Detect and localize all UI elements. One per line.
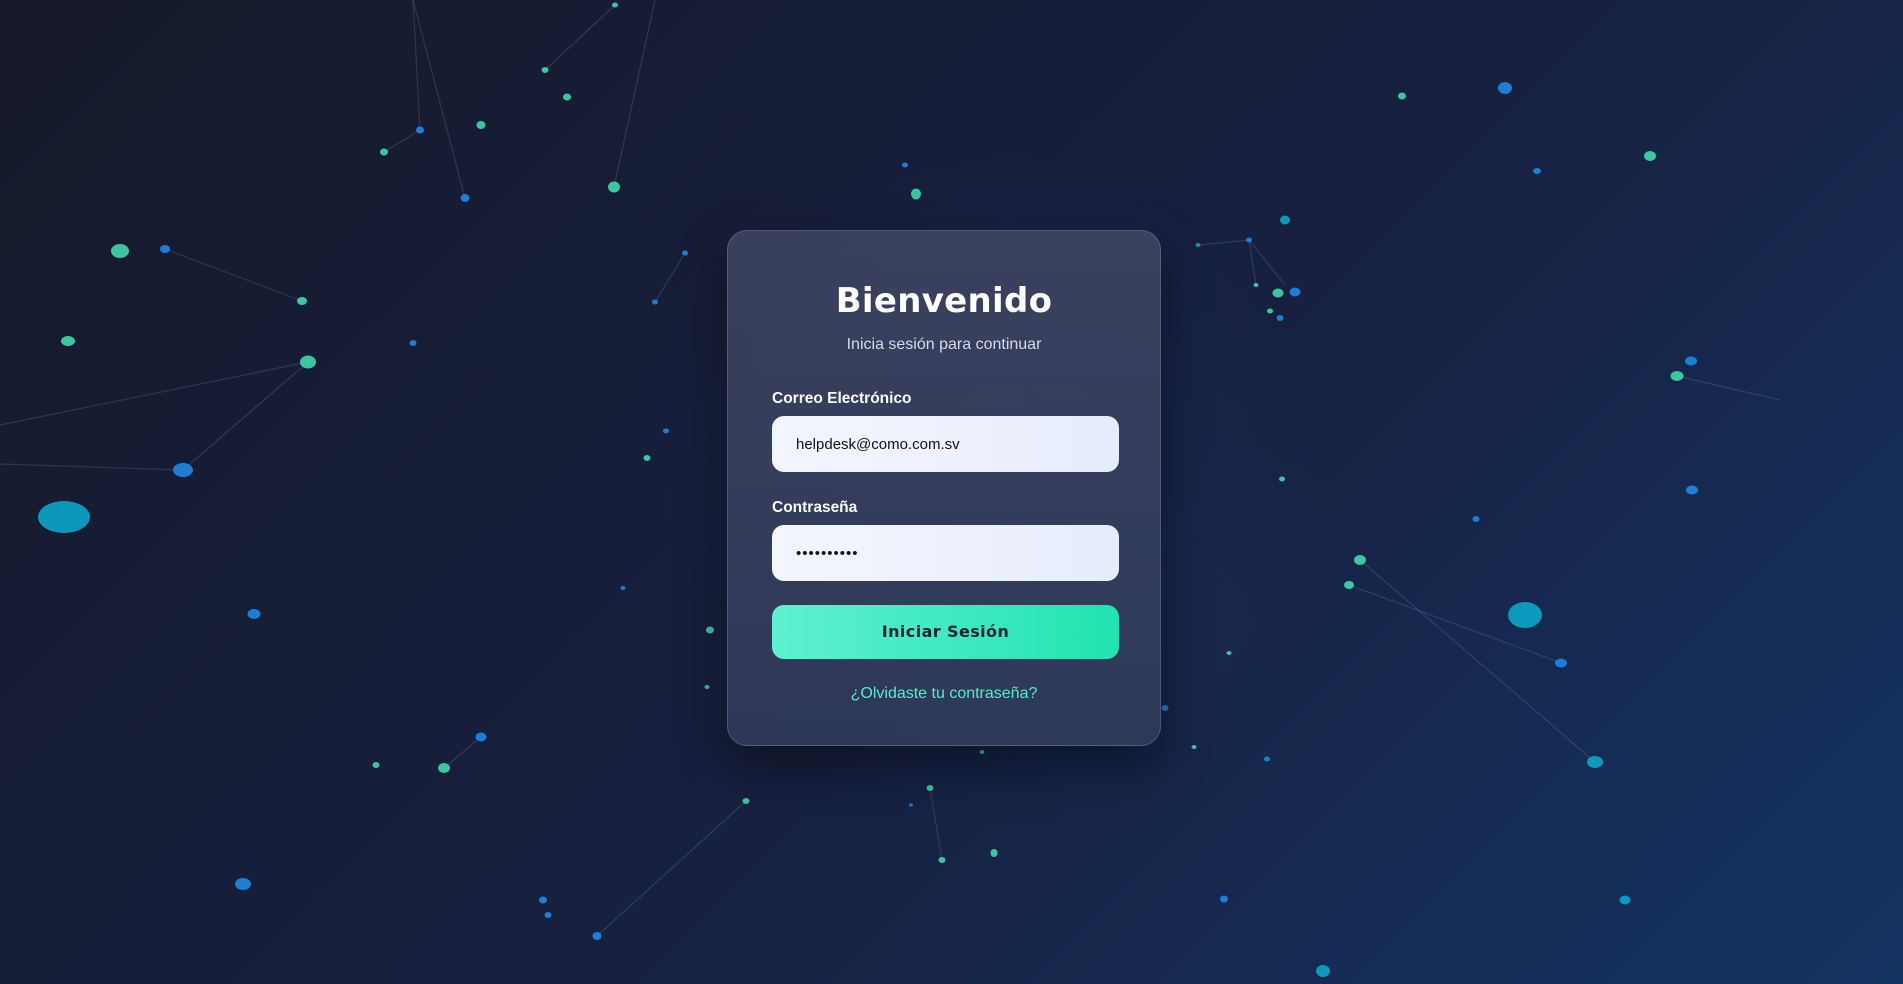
particle-dot xyxy=(1276,315,1284,321)
particle-link xyxy=(412,0,466,199)
particle-dot xyxy=(1253,283,1259,287)
forgot-password-link[interactable]: ¿Olvidaste tu contraseña? xyxy=(728,684,1160,704)
particle-dot xyxy=(1533,168,1541,174)
particle-dot xyxy=(1279,476,1285,482)
particle-dot xyxy=(926,785,934,791)
particle-dot xyxy=(663,428,669,434)
particle-dot xyxy=(409,340,417,346)
particle-dot xyxy=(38,501,90,533)
particle-dot xyxy=(475,732,487,742)
particle-dot xyxy=(1508,602,1542,628)
particle-dot xyxy=(1344,581,1354,589)
particle-dot xyxy=(1644,151,1656,161)
email-field[interactable] xyxy=(772,416,1119,472)
particle-dot xyxy=(541,67,549,73)
particle-link xyxy=(383,129,421,153)
particle-dot xyxy=(1226,651,1232,655)
particle-dot xyxy=(938,857,946,863)
particle-dot xyxy=(902,162,908,168)
particle-dot xyxy=(380,148,388,156)
email-label: Correo Electrónico xyxy=(772,390,912,407)
particle-link xyxy=(544,4,616,71)
particle-dot xyxy=(111,244,129,258)
particle-dot xyxy=(911,188,921,200)
particle-link xyxy=(0,361,309,426)
particle-dot xyxy=(1161,705,1169,711)
particle-link xyxy=(613,0,656,188)
particle-dot xyxy=(160,245,170,253)
particle-dot xyxy=(173,463,193,477)
particle-dot xyxy=(909,803,913,807)
particle-dot xyxy=(620,586,626,590)
login-button[interactable]: Iniciar Sesión xyxy=(772,605,1119,659)
particle-dot xyxy=(990,849,998,857)
particle-dot xyxy=(1316,965,1330,977)
password-label: Contraseña xyxy=(772,499,858,516)
particle-dot xyxy=(460,194,470,202)
particle-dot xyxy=(1191,745,1197,749)
particle-dot xyxy=(300,355,316,369)
particle-dot xyxy=(1195,243,1201,247)
particle-dot xyxy=(416,126,424,134)
particle-link xyxy=(164,248,303,302)
particle-dot xyxy=(1498,82,1512,94)
password-field[interactable] xyxy=(772,525,1119,581)
login-card: Bienvenido Inicia sesión para continuar … xyxy=(727,230,1161,746)
particle-dot xyxy=(476,121,486,129)
particle-dot xyxy=(652,299,658,305)
particle-dot xyxy=(372,762,380,768)
particle-dot xyxy=(1686,485,1698,495)
particle-link xyxy=(412,0,421,131)
particle-dot xyxy=(1472,516,1480,522)
particle-link xyxy=(654,252,686,303)
particle-link xyxy=(0,463,184,471)
particle-dot xyxy=(706,626,714,634)
particle-link xyxy=(596,800,747,937)
particle-dot xyxy=(682,250,688,256)
particle-dot xyxy=(1246,237,1252,243)
particle-dot xyxy=(544,912,552,918)
particle-dot xyxy=(1555,658,1567,668)
particle-dot xyxy=(1354,555,1366,565)
particle-dot xyxy=(592,932,602,940)
particle-dot xyxy=(704,685,710,689)
particle-link xyxy=(443,736,482,769)
particle-dot xyxy=(539,896,547,904)
particle-dot xyxy=(1670,371,1684,381)
particle-dot xyxy=(1398,92,1406,100)
login-subtitle: Inicia sesión para continuar xyxy=(846,336,1042,353)
particle-dot xyxy=(643,455,651,461)
particle-dot xyxy=(1280,215,1290,225)
particle-dot xyxy=(297,297,307,305)
particle-dot xyxy=(1587,756,1603,768)
particle-dot xyxy=(235,878,251,890)
particle-dot xyxy=(1289,287,1301,297)
particle-dot xyxy=(608,181,620,193)
particle-dot xyxy=(563,93,571,101)
particle-dot xyxy=(979,750,985,754)
particle-dot xyxy=(61,336,75,346)
particle-dot xyxy=(1685,356,1697,366)
particle-dot xyxy=(1272,288,1284,298)
particle-dot xyxy=(612,2,618,8)
particle-dot xyxy=(1267,308,1273,314)
particle-dot xyxy=(1264,756,1270,762)
particle-dot xyxy=(438,763,450,773)
particle-link xyxy=(1197,239,1250,246)
particle-link xyxy=(1676,375,1781,401)
particle-dot xyxy=(247,609,261,619)
login-title: Bienvenido xyxy=(835,281,1053,321)
particle-dot xyxy=(742,798,750,804)
particle-dot xyxy=(1220,895,1228,903)
particle-dot xyxy=(1619,895,1631,905)
particle-link xyxy=(929,787,943,861)
particle-link xyxy=(182,361,309,471)
